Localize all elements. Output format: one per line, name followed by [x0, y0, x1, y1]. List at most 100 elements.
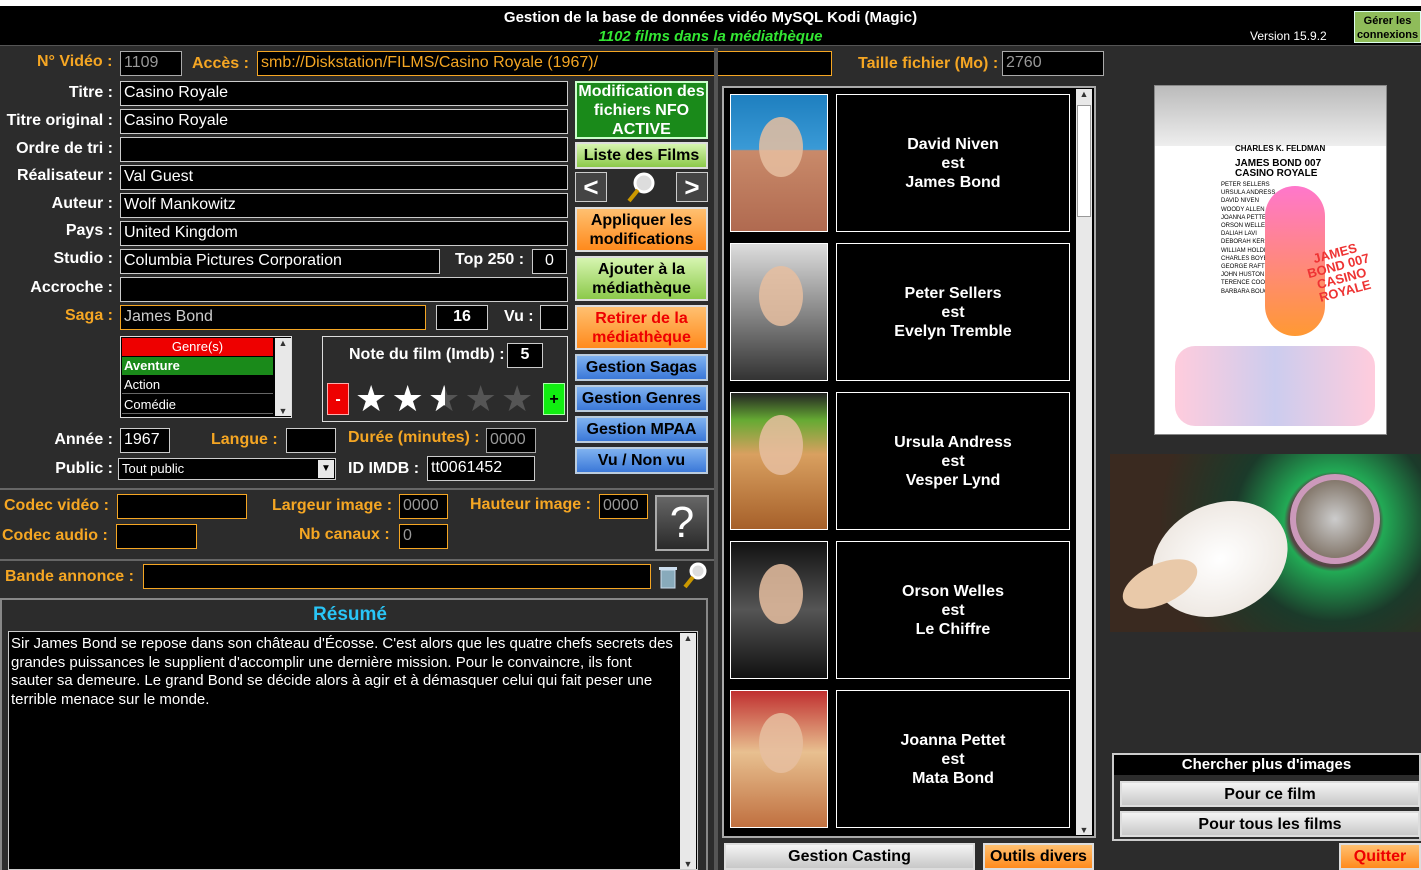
manage-genres-button[interactable]: Gestion Genres: [575, 385, 708, 412]
search-icon[interactable]: [625, 170, 659, 204]
saga-field[interactable]: James Bond: [120, 305, 426, 330]
height-field[interactable]: 0000: [599, 494, 648, 519]
title-field[interactable]: Casino Royale: [120, 81, 568, 106]
scroll-up-icon[interactable]: ▲: [680, 633, 696, 643]
star-icon[interactable]: ★★: [428, 381, 464, 417]
actor-role[interactable]: Joanna Pettet est Mata Bond: [836, 690, 1070, 828]
cast-row[interactable]: Orson Welles est Le Chiffre: [730, 541, 1070, 681]
manage-mpaa-button[interactable]: Gestion MPAA: [575, 416, 708, 443]
next-button[interactable]: >: [676, 172, 708, 202]
actor-photo[interactable]: [730, 243, 828, 381]
rating-box: Note du film (Imdb) : 5 - ★★★★★★★★★★ +: [322, 336, 568, 422]
previous-button[interactable]: <: [575, 172, 607, 202]
actor-role[interactable]: Peter Sellers est Evelyn Tremble: [836, 243, 1070, 381]
saga-count-field[interactable]: 16: [436, 305, 488, 330]
images-all-films-button[interactable]: Pour tous les films: [1120, 811, 1420, 837]
actor-photo[interactable]: [730, 541, 828, 679]
trash-icon[interactable]: [657, 564, 679, 590]
remove-from-library-button[interactable]: Retirer de la médiathèque: [575, 305, 708, 350]
actor-role[interactable]: David Niven est James Bond: [836, 94, 1070, 232]
scroll-thumb[interactable]: [1077, 105, 1091, 217]
scroll-down-icon[interactable]: ▼: [1076, 825, 1092, 835]
cast-scrollbar[interactable]: ▲ ▼: [1076, 89, 1092, 835]
scroll-up-icon[interactable]: ▲: [275, 338, 291, 348]
quit-button[interactable]: Quitter: [1339, 843, 1421, 870]
images-this-film-button[interactable]: Pour ce film: [1120, 781, 1420, 807]
genre-item[interactable]: Comédie: [122, 396, 273, 414]
author-field[interactable]: Wolf Mankowitz: [120, 193, 568, 218]
access-field[interactable]: smb://Diskstation/FILMS/Casino Royale (1…: [257, 51, 832, 76]
country-field[interactable]: United Kingdom: [120, 221, 568, 246]
seen-field[interactable]: [540, 305, 568, 330]
help-button[interactable]: ?: [655, 495, 709, 551]
imdb-field[interactable]: tt0061452: [427, 456, 535, 481]
public-select[interactable]: Tout public ▼: [118, 458, 336, 480]
video-no-field[interactable]: 1109: [120, 51, 182, 76]
genres-scrollbar[interactable]: ▲ ▼: [275, 338, 291, 416]
top250-field[interactable]: 0: [532, 249, 567, 274]
sort-field[interactable]: [120, 137, 568, 162]
scroll-down-icon[interactable]: ▼: [680, 859, 696, 869]
star-icon[interactable]: ★★: [501, 381, 537, 417]
trailer-field[interactable]: [143, 564, 651, 589]
original-title-field[interactable]: Casino Royale: [120, 109, 568, 134]
add-to-library-button[interactable]: Ajouter à la médiathèque: [575, 256, 708, 301]
year-field[interactable]: 1967: [120, 428, 170, 453]
star-icon[interactable]: ★★: [465, 381, 501, 417]
chevron-down-icon[interactable]: ▼: [318, 460, 334, 478]
rating-minus-button[interactable]: -: [327, 383, 349, 415]
rating-plus-button[interactable]: +: [543, 383, 565, 415]
tagline-label: Accroche :: [30, 279, 113, 296]
film-list-button[interactable]: Liste des Films: [575, 142, 708, 169]
genres-header: Genre(s): [122, 338, 273, 356]
duration-field[interactable]: 0000: [486, 428, 536, 453]
top250-label: Top 250 :: [455, 251, 525, 268]
rating-value[interactable]: 5: [507, 343, 543, 368]
manage-connections-button[interactable]: Gérer les connexions: [1354, 11, 1421, 43]
cast-panel[interactable]: David Niven est James Bond Peter Sellers est…: [722, 86, 1096, 838]
cast-row[interactable]: David Niven est James Bond: [730, 94, 1070, 234]
imdb-label: ID IMDB :: [348, 460, 420, 477]
apply-changes-button[interactable]: Appliquer les modifications: [575, 207, 708, 252]
language-field[interactable]: [286, 428, 336, 453]
seen-toggle-button[interactable]: Vu / Non vu: [575, 447, 708, 474]
scroll-up-icon[interactable]: ▲: [1076, 89, 1092, 99]
director-field[interactable]: Val Guest: [120, 165, 568, 190]
scroll-down-icon[interactable]: ▼: [275, 406, 291, 416]
country-label: Pays :: [65, 222, 113, 239]
fanart-image[interactable]: [1110, 454, 1421, 632]
actor-photo[interactable]: [730, 94, 828, 232]
trailer-label: Bande annonce :: [5, 568, 134, 585]
manage-sagas-button[interactable]: Gestion Sagas: [575, 354, 708, 381]
panel-divider: [714, 48, 718, 870]
star-icon[interactable]: ★★: [392, 381, 428, 417]
summary-textarea[interactable]: Sir James Bond se repose dans son châtea…: [8, 631, 698, 870]
studio-field[interactable]: Columbia Pictures Corporation: [120, 249, 440, 274]
star-icon[interactable]: ★★: [355, 381, 391, 417]
cast-row[interactable]: Joanna Pettet est Mata Bond: [730, 690, 1070, 830]
summary-title: Résumé: [313, 604, 387, 625]
nfo-toggle-button[interactable]: Modification des fichiers NFO ACTIVE: [575, 81, 708, 139]
cast-row[interactable]: Ursula Andress est Vesper Lynd: [730, 392, 1070, 532]
audio-codec-field[interactable]: [116, 524, 197, 549]
manage-casting-button[interactable]: Gestion Casting: [724, 843, 975, 870]
width-field[interactable]: 0000: [399, 494, 448, 519]
search-trailer-icon[interactable]: [682, 560, 710, 590]
summary-scrollbar[interactable]: ▲ ▼: [680, 633, 696, 869]
rating-stars[interactable]: ★★★★★★★★★★: [355, 381, 540, 417]
cast-row[interactable]: Peter Sellers est Evelyn Tremble: [730, 243, 1070, 383]
channels-field[interactable]: 0: [399, 524, 448, 549]
genres-list[interactable]: Genre(s) Aventure Action Comédie ▲ ▼: [120, 336, 292, 418]
video-codec-field[interactable]: [117, 494, 247, 519]
filesize-field[interactable]: 2760: [1002, 51, 1104, 76]
image-search-title: Chercher plus d'images: [1114, 755, 1419, 775]
poster-image[interactable]: CHARLES K. FELDMAN JAMES BOND 007 CASINO…: [1154, 85, 1387, 435]
actor-role[interactable]: Orson Welles est Le Chiffre: [836, 541, 1070, 679]
genre-item[interactable]: Aventure: [122, 357, 273, 375]
misc-tools-button[interactable]: Outils divers: [983, 843, 1094, 870]
actor-role[interactable]: Ursula Andress est Vesper Lynd: [836, 392, 1070, 530]
tagline-field[interactable]: [120, 277, 568, 302]
genre-item[interactable]: Action: [122, 376, 273, 394]
actor-photo[interactable]: [730, 392, 828, 530]
actor-photo[interactable]: [730, 690, 828, 828]
